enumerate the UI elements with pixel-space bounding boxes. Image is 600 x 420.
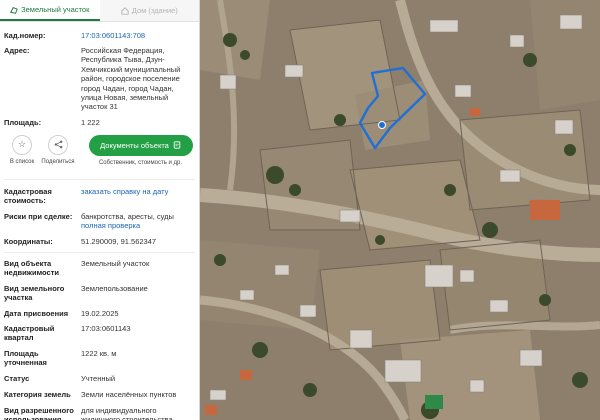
field-value: Учтенный bbox=[81, 373, 116, 383]
documents-button-label: Документы объекта bbox=[100, 140, 169, 150]
field-label: Вид земельного участка bbox=[4, 283, 65, 302]
map-imagery bbox=[200, 0, 600, 420]
share-icon bbox=[48, 134, 68, 155]
field-label: Категория земель bbox=[4, 389, 71, 399]
field-assign-date: Дата присвоения 19.02.2025 bbox=[0, 309, 199, 318]
share-button[interactable]: Поделиться bbox=[40, 134, 76, 165]
field-label: Адрес: bbox=[4, 46, 30, 55]
field-object-type: Вид объекта недвижимости Земельный участ… bbox=[0, 259, 199, 277]
field-label: Координаты: bbox=[4, 236, 53, 246]
field-label: Вид разрешенного использования bbox=[4, 405, 74, 420]
tab-land-label: Земельный участок bbox=[21, 5, 90, 14]
field-value: 17:03:0601143 bbox=[81, 323, 131, 333]
field-permitted-use: Вид разрешенного использования для индив… bbox=[0, 406, 199, 420]
field-label: Площадь: bbox=[4, 117, 42, 127]
address-value: Российская Федерация, Республика Тыва, Д… bbox=[81, 46, 181, 112]
field-label: Риски при сделке: bbox=[4, 211, 73, 221]
order-certificate-link[interactable]: заказать справку на дату bbox=[81, 187, 195, 205]
house-icon bbox=[121, 6, 129, 15]
field-value: Земли населённых пунктов bbox=[81, 389, 177, 399]
favorite-button[interactable]: ☆ В список bbox=[4, 134, 40, 165]
risks-text: банкротства, аресты, суды bbox=[81, 211, 174, 221]
documents-block: Документы объекта Собственник, стоимость… bbox=[86, 134, 195, 166]
field-label: Площадь уточненная bbox=[4, 348, 47, 367]
field-cadastral-quarter: Кадастровый квартал 17:03:0601143 bbox=[0, 324, 199, 342]
field-value: Земельный участок bbox=[81, 258, 150, 268]
share-label: Поделиться bbox=[41, 158, 75, 165]
field-label: Кадастровая стоимость: bbox=[4, 186, 52, 205]
field-status: Статус Учтенный bbox=[0, 374, 199, 383]
field-label: Дата присвоения bbox=[4, 308, 69, 318]
area-value: 1 222 bbox=[81, 117, 100, 127]
field-label: Кад.номер: bbox=[4, 31, 46, 40]
tab-house-label: Дом (здание) bbox=[131, 6, 178, 15]
documents-button[interactable]: Документы объекта bbox=[88, 134, 193, 156]
risks-value: банкротства, аресты, суды полная проверк… bbox=[81, 212, 195, 230]
field-value: Землепользование bbox=[81, 283, 148, 293]
full-check-link[interactable]: полная проверка bbox=[81, 221, 195, 230]
tab-land-parcel[interactable]: Земельный участок bbox=[0, 0, 100, 21]
field-value: 1222 кв. м bbox=[81, 348, 117, 358]
coordinates-value[interactable]: 51.290009, 91.562347 bbox=[81, 237, 195, 246]
info-panel: Земельный участок Дом (здание) Кад.номер… bbox=[0, 0, 200, 420]
field-value: для индивидуального жилищного строительс… bbox=[81, 405, 173, 420]
field-label: Кадастровый квартал bbox=[4, 323, 55, 342]
field-land-category: Категория земель Земли населённых пункто… bbox=[0, 390, 199, 399]
document-icon bbox=[173, 141, 181, 149]
action-bar: ☆ В список Поделиться Документы объекта … bbox=[0, 131, 199, 175]
documents-sub: Собственник, стоимость и др. bbox=[98, 159, 183, 166]
divider bbox=[4, 251, 195, 253]
divider bbox=[4, 178, 195, 180]
land-parcel-icon bbox=[10, 6, 18, 14]
location-marker-icon bbox=[378, 121, 386, 129]
favorite-label: В список bbox=[9, 158, 35, 165]
star-icon: ☆ bbox=[12, 134, 32, 155]
object-tabs: Земельный участок Дом (здание) bbox=[0, 0, 199, 22]
field-coordinates: Координаты: 51.290009, 91.562347 bbox=[0, 237, 199, 246]
field-cadastral-number: Кад.номер: 17:03:0601143:708 bbox=[0, 31, 199, 40]
field-label: Статус bbox=[4, 373, 30, 383]
field-value: 19.02.2025 bbox=[81, 308, 119, 318]
field-cadastral-value: Кадастровая стоимость: заказать справку … bbox=[0, 187, 199, 205]
field-risks: Риски при сделке: банкротства, аресты, с… bbox=[0, 212, 199, 230]
field-area-refined: Площадь уточненная 1222 кв. м bbox=[0, 349, 199, 367]
tab-house[interactable]: Дом (здание) bbox=[99, 0, 199, 21]
field-address: Адрес: Российская Федерация, Республика … bbox=[0, 46, 199, 112]
satellite-map[interactable] bbox=[200, 0, 600, 420]
field-label: Вид объекта недвижимости bbox=[4, 258, 59, 277]
field-area: Площадь: 1 222 bbox=[0, 118, 199, 127]
field-parcel-type: Вид земельного участка Землепользование bbox=[0, 284, 199, 302]
cadastral-number-link[interactable]: 17:03:0601143:708 bbox=[81, 31, 195, 40]
